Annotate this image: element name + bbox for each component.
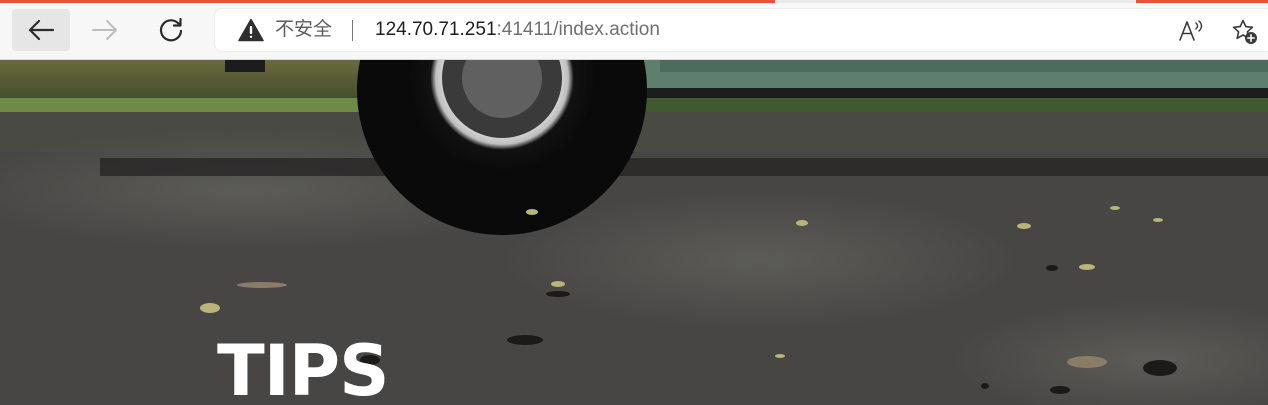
warning-triangle-icon[interactable] <box>238 18 264 42</box>
url-host: 124.70.71.251 <box>375 19 497 40</box>
read-aloud-icon[interactable] <box>1178 18 1204 44</box>
security-status-label[interactable]: 不安全 <box>275 20 332 40</box>
forward-button[interactable] <box>76 9 134 51</box>
add-favorite-icon[interactable] <box>1231 18 1259 46</box>
forward-arrow-icon <box>92 20 117 40</box>
reload-button[interactable] <box>142 9 200 51</box>
reload-icon <box>159 17 183 42</box>
address-divider <box>352 20 353 41</box>
back-button[interactable] <box>12 9 70 51</box>
hero-heading: TIPS <box>217 330 390 405</box>
hero-background-image <box>0 60 1268 405</box>
url-text[interactable]: 124.70.71.251:41411/index.action <box>375 20 660 40</box>
url-path: :41411/index.action <box>496 19 660 40</box>
address-bar[interactable]: 不安全 124.70.71.251:41411/index.action <box>214 8 1268 52</box>
back-arrow-icon <box>28 19 55 41</box>
browser-toolbar: 不安全 124.70.71.251:41411/index.action <box>0 3 1268 60</box>
hero-banner: TIPS <box>0 60 1268 405</box>
